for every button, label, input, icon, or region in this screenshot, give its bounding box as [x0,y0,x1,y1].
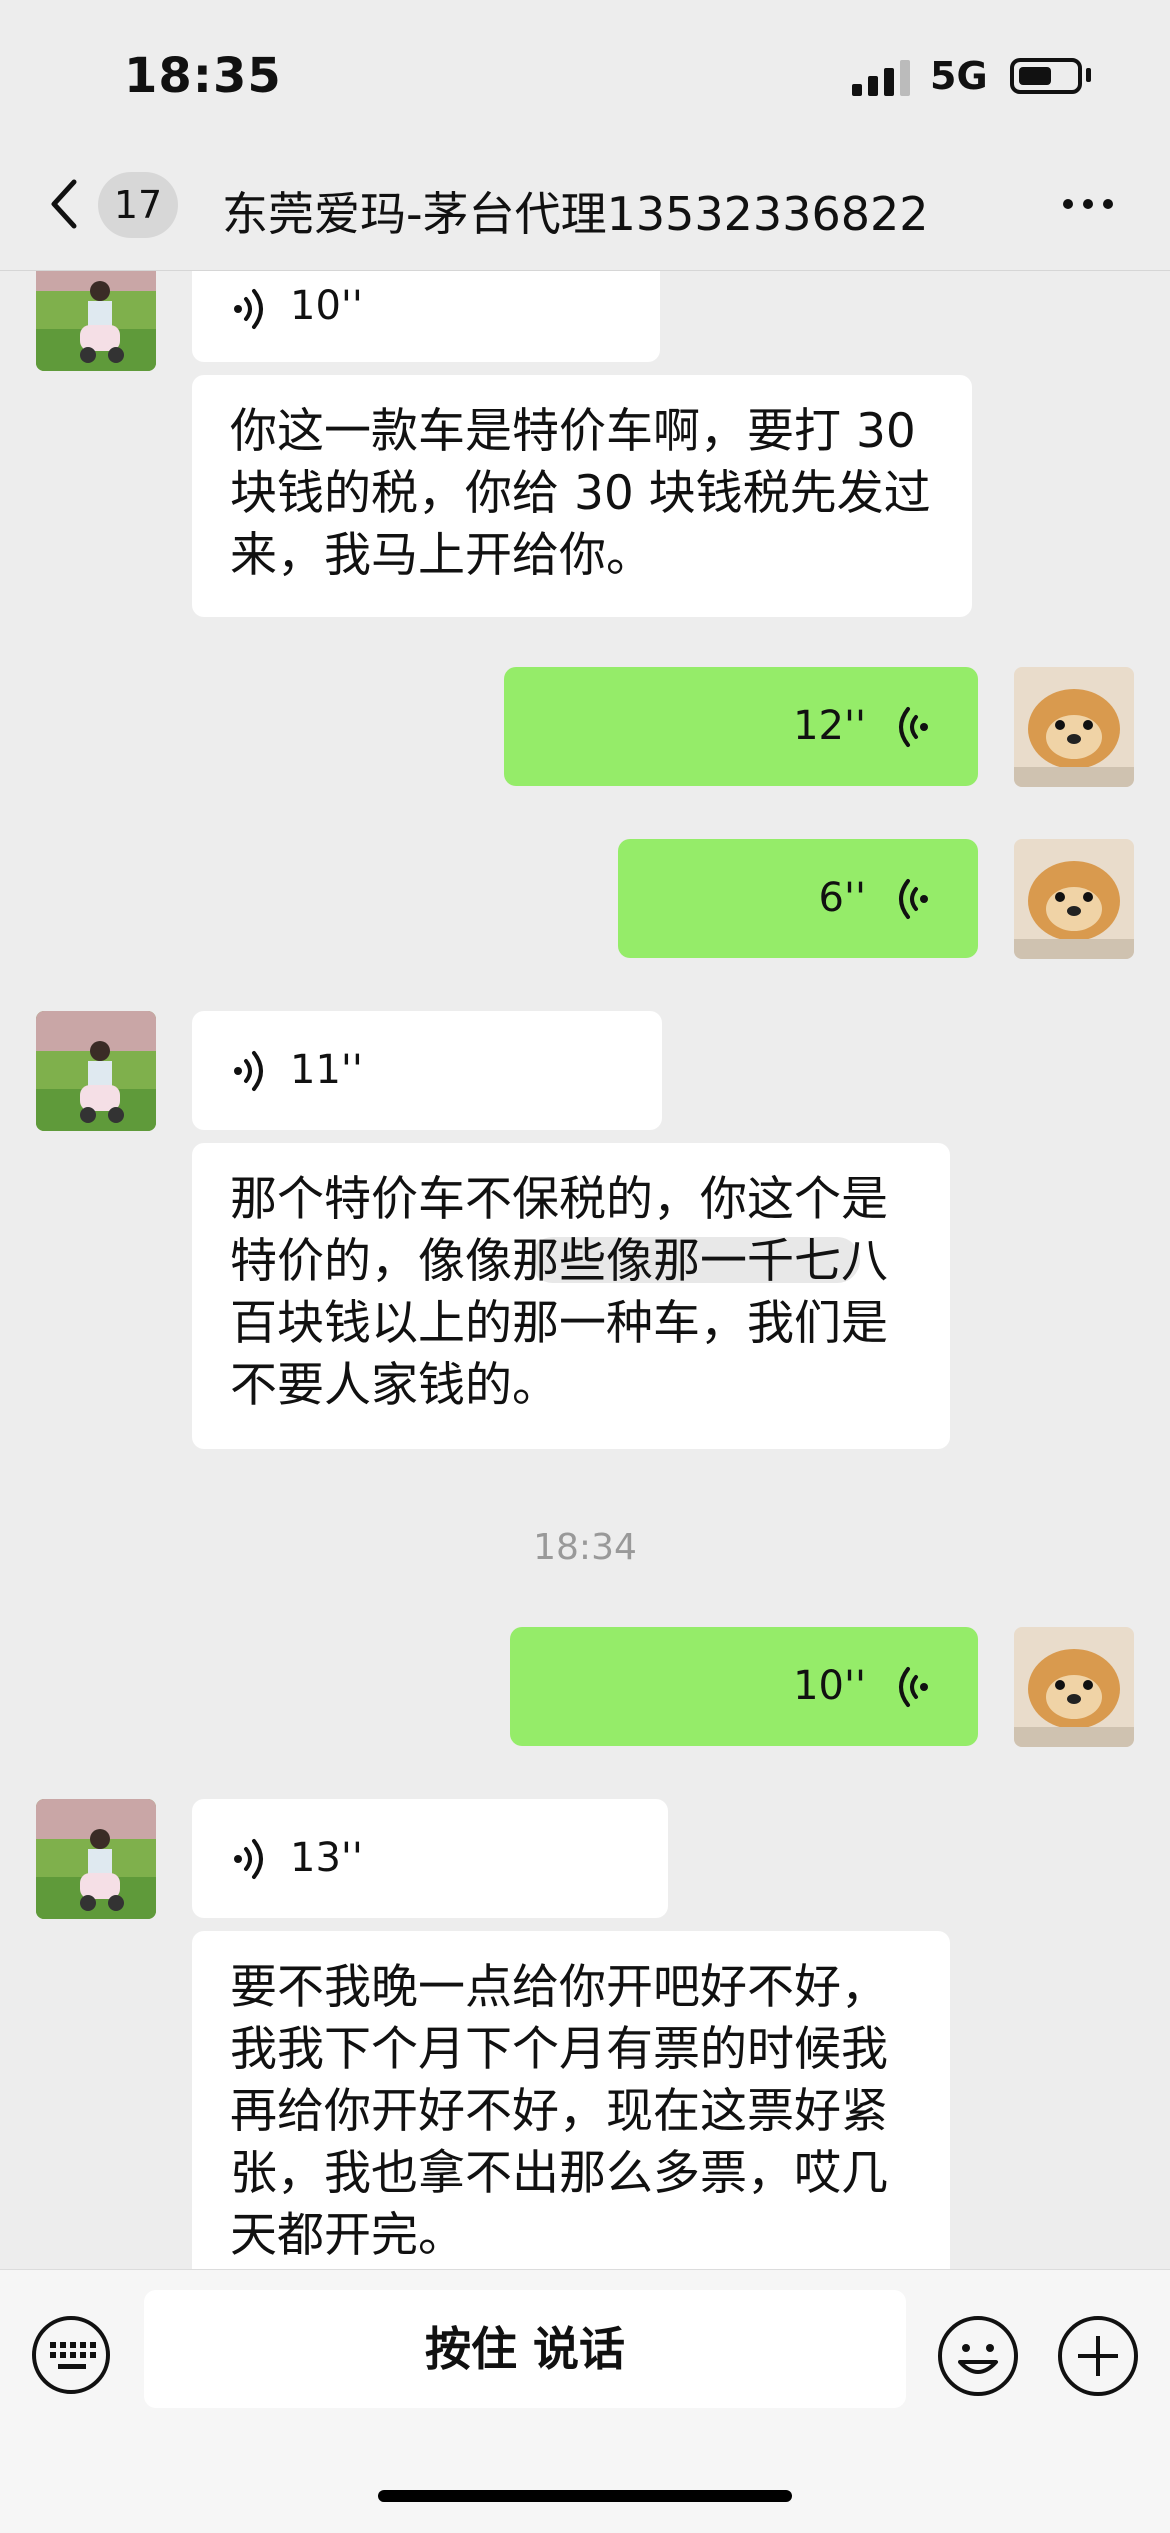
voice-message[interactable]: 10'' [192,271,660,362]
voice-wave-icon [234,1839,263,1879]
text-message[interactable]: 要不我晚一点给你开吧好不好， 我我下个月下个月有票的时候我 再给你开好不好，现在… [192,1931,950,2269]
message-line: 张，我也拿不出那么多票，哎几 [230,2146,888,2201]
contact-avatar[interactable] [36,1799,156,1919]
message-timestamp: 18:34 [533,1527,637,1568]
my-avatar[interactable] [1014,839,1134,959]
message-line: 百块钱以上的那一种车，我们是 [230,1296,888,1351]
text-message[interactable]: 你这一款车是特价车啊，要打 30 块钱的税，你给 30 块钱税先发过 来，我马上… [192,375,972,617]
message-list[interactable]: 10'' 你这一款车是特价车啊，要打 30 块钱的税，你给 30 块钱税先发过 … [0,271,1170,2269]
contact-avatar-image [36,271,156,371]
voice-message[interactable]: 10'' [510,1627,978,1746]
voice-wave-icon [234,289,263,329]
keyboard-icon [32,2316,110,2394]
status-time: 18:35 [124,48,282,104]
message-line: 你这一款车是特价车啊，要打 30 [230,404,916,459]
contact-avatar[interactable] [36,1011,156,1131]
keyboard-toggle-button[interactable] [30,2314,112,2396]
my-avatar[interactable] [1014,1627,1134,1747]
voice-duration: 11'' [290,1047,363,1093]
voice-message[interactable]: 11'' [192,1011,662,1130]
voice-duration: 6'' [818,875,866,921]
voice-message[interactable]: 6'' [618,839,978,958]
voice-duration: 10'' [793,1663,866,1709]
back-button[interactable] [42,174,92,234]
emoji-icon [938,2316,1018,2396]
contact-avatar[interactable] [36,271,156,371]
battery-icon [1010,58,1082,94]
hold-to-talk-button[interactable]: 按住 说话 [144,2290,906,2408]
more-dots-icon [1063,199,1113,209]
contact-avatar-image [36,1011,156,1131]
chevron-left-icon [51,179,77,229]
dog-avatar-image [1014,667,1134,787]
emoji-button[interactable] [936,2314,1020,2398]
voice-duration: 10'' [290,283,363,329]
voice-wave-icon [899,707,928,747]
text-message[interactable]: 那个特价车不保税的，你这个是 特价的，像像那些像那一千七八 百块钱以上的那一种车… [192,1143,950,1449]
transcription-overlay [530,1237,860,1283]
more-button[interactable] [1060,184,1116,224]
voice-message[interactable]: 13'' [192,1799,668,1918]
message-line: 那个特价车不保税的，你这个是 [230,1172,888,1227]
battery-cap [1086,68,1091,82]
network-type: 5G [930,54,988,98]
chat-header: 17 东莞爱玛-茅台代理13532336822 [0,150,1170,271]
more-functions-button[interactable] [1056,2314,1140,2398]
voice-message[interactable]: 12'' [504,667,978,786]
message-line: 不要人家钱的。 [230,1358,559,1413]
message-line: 块钱的税，你给 30 块钱税先发过 [230,466,931,521]
voice-duration: 12'' [793,703,866,749]
dog-avatar-image [1014,1627,1134,1747]
message-line: 来，我马上开给你。 [230,528,653,583]
cellular-signal-icon [852,60,914,96]
message-line: 天都开完。 [230,2208,465,2263]
dog-avatar-image [1014,839,1134,959]
voice-wave-icon [899,1667,928,1707]
plus-circle-icon [1058,2316,1138,2396]
status-bar: 18:35 5G [0,0,1170,150]
voice-wave-icon [899,879,928,919]
contact-avatar-image [36,1799,156,1919]
voice-duration: 13'' [290,1835,363,1881]
home-indicator[interactable] [378,2490,792,2502]
my-avatar[interactable] [1014,667,1134,787]
voice-wave-icon [234,1051,263,1091]
message-line: 再给你开好不好，现在这票好紧 [230,2084,888,2139]
unread-count-badge[interactable]: 17 [98,172,178,238]
message-line: 我我下个月下个月有票的时候我 [230,2022,888,2077]
message-line: 要不我晚一点给你开吧好不好， [230,1960,888,2015]
chat-title: 东莞爱玛-茅台代理13532336822 [222,187,929,241]
